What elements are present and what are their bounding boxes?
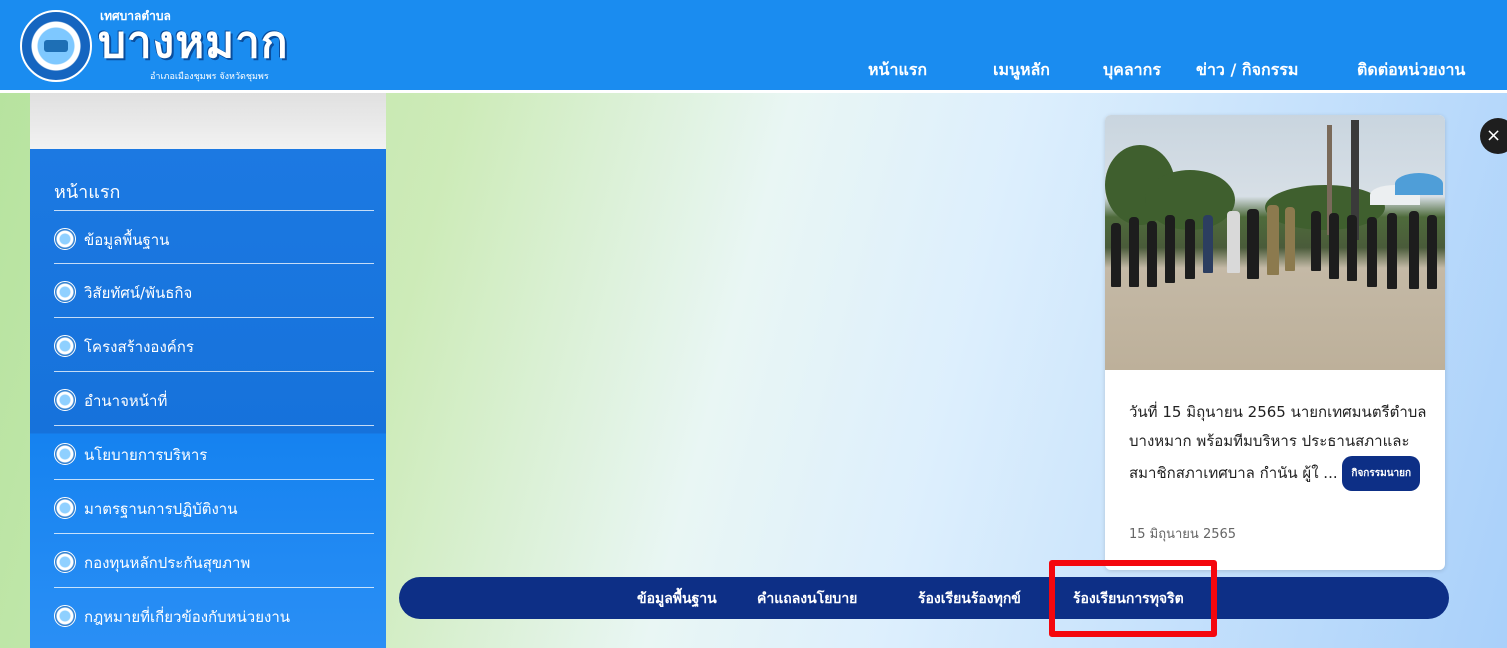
nav-home[interactable]: หน้าแรก bbox=[868, 58, 927, 83]
nav-news-activities[interactable]: ข่าว / กิจกรรม bbox=[1196, 58, 1298, 83]
sidebar: หน้าแรก ข้อมูลพื้นฐาน วิสัยทัศน์/พันธกิจ… bbox=[30, 93, 386, 648]
quick-link-policy-statement[interactable]: คำแถลงนโยบาย bbox=[757, 588, 857, 610]
nav-personnel[interactable]: บุคลากร bbox=[1103, 58, 1161, 83]
person-shape bbox=[1129, 217, 1139, 287]
person-shape bbox=[1387, 213, 1397, 289]
person-shape bbox=[1147, 221, 1157, 287]
nav-contact[interactable]: ติดต่อหน่วยงาน bbox=[1357, 58, 1465, 83]
seal-bullet-icon bbox=[54, 281, 76, 303]
quick-link-basic-info[interactable]: ข้อมูลพื้นฐาน bbox=[637, 588, 717, 610]
person-shape bbox=[1267, 205, 1279, 275]
sidebar-item-basic-info[interactable]: ข้อมูลพื้นฐาน bbox=[54, 210, 374, 262]
news-date: 15 มิถุนายน 2565 bbox=[1129, 527, 1237, 542]
sidebar-item-structure[interactable]: โครงสร้างองค์กร bbox=[54, 317, 374, 369]
person-shape bbox=[1185, 219, 1195, 279]
tent-shape bbox=[1395, 173, 1443, 195]
person-shape bbox=[1111, 223, 1121, 287]
sidebar-item-standards[interactable]: มาตรฐานการปฏิบัติงาน bbox=[54, 479, 374, 531]
sidebar-title[interactable]: หน้าแรก bbox=[54, 177, 120, 206]
quick-link-complaints[interactable]: ร้องเรียนร้องทุกข์ bbox=[918, 588, 1021, 610]
sidebar-item-label: กฎหมายที่เกี่ยวข้องกับหน่วยงาน bbox=[84, 608, 290, 626]
sidebar-header bbox=[30, 93, 386, 149]
nav-main-menu[interactable]: เมนูหลัก bbox=[993, 58, 1050, 83]
highlight-box bbox=[1049, 560, 1217, 637]
seal-bullet-icon bbox=[54, 551, 76, 573]
news-category-badge[interactable]: กิจกรรมนายก bbox=[1342, 456, 1421, 491]
quick-links-bar: ข้อมูลพื้นฐาน คำแถลงนโยบาย ร้องเรียนร้อง… bbox=[399, 577, 1449, 619]
sidebar-item-label: กองทุนหลักประกันสุขภาพ bbox=[84, 554, 251, 572]
person-shape bbox=[1427, 215, 1437, 289]
sidebar-item-label: วิสัยทัศน์/พันธกิจ bbox=[84, 284, 193, 302]
seal-bullet-icon bbox=[54, 605, 76, 627]
sidebar-item-label: โครงสร้างองค์กร bbox=[84, 338, 194, 356]
news-photo[interactable] bbox=[1105, 115, 1445, 370]
sidebar-item-label: อำนาจหน้าที่ bbox=[84, 392, 168, 410]
sidebar-item-label: ข้อมูลพื้นฐาน bbox=[84, 231, 170, 249]
top-nav: หน้าแรก เมนูหลัก บุคลากร ข่าว / กิจกรรม … bbox=[0, 58, 1507, 82]
sidebar-item-health-fund[interactable]: กองทุนหลักประกันสุขภาพ bbox=[54, 533, 374, 585]
news-card[interactable]: วันที่ 15 มิถุนายน 2565 นายกเทศมนตรีตำบล… bbox=[1105, 115, 1445, 570]
sidebar-item-laws[interactable]: กฎหมายที่เกี่ยวข้องกับหน่วยงาน bbox=[54, 587, 374, 639]
person-shape bbox=[1247, 209, 1259, 279]
sidebar-item-label: นโยบายการบริหาร bbox=[84, 446, 208, 464]
person-shape bbox=[1409, 211, 1419, 289]
sidebar-menu: หน้าแรก ข้อมูลพื้นฐาน วิสัยทัศน์/พันธกิจ… bbox=[30, 149, 386, 648]
seal-bullet-icon bbox=[54, 443, 76, 465]
person-shape bbox=[1165, 215, 1175, 283]
person-shape bbox=[1367, 217, 1377, 287]
sidebar-item-vision[interactable]: วิสัยทัศน์/พันธกิจ bbox=[54, 263, 374, 315]
seal-bullet-icon bbox=[54, 335, 76, 357]
site-header: เทศบาลตำบล บางหมาก อำเภอเมืองชุมพร จังหว… bbox=[0, 0, 1507, 90]
person-shape bbox=[1347, 215, 1357, 281]
person-shape bbox=[1227, 211, 1240, 273]
sidebar-item-policy[interactable]: นโยบายการบริหาร bbox=[54, 425, 374, 477]
person-shape bbox=[1203, 215, 1213, 273]
seal-bullet-icon bbox=[54, 497, 76, 519]
sidebar-item-authority[interactable]: อำนาจหน้าที่ bbox=[54, 371, 374, 423]
seal-bullet-icon bbox=[54, 228, 76, 250]
person-shape bbox=[1311, 211, 1321, 271]
sidebar-item-label: มาตรฐานการปฏิบัติงาน bbox=[84, 500, 238, 518]
person-shape bbox=[1329, 213, 1339, 279]
seal-bullet-icon bbox=[54, 389, 76, 411]
person-shape bbox=[1285, 207, 1295, 271]
news-summary[interactable]: วันที่ 15 มิถุนายน 2565 นายกเทศมนตรีตำบล… bbox=[1129, 398, 1429, 491]
